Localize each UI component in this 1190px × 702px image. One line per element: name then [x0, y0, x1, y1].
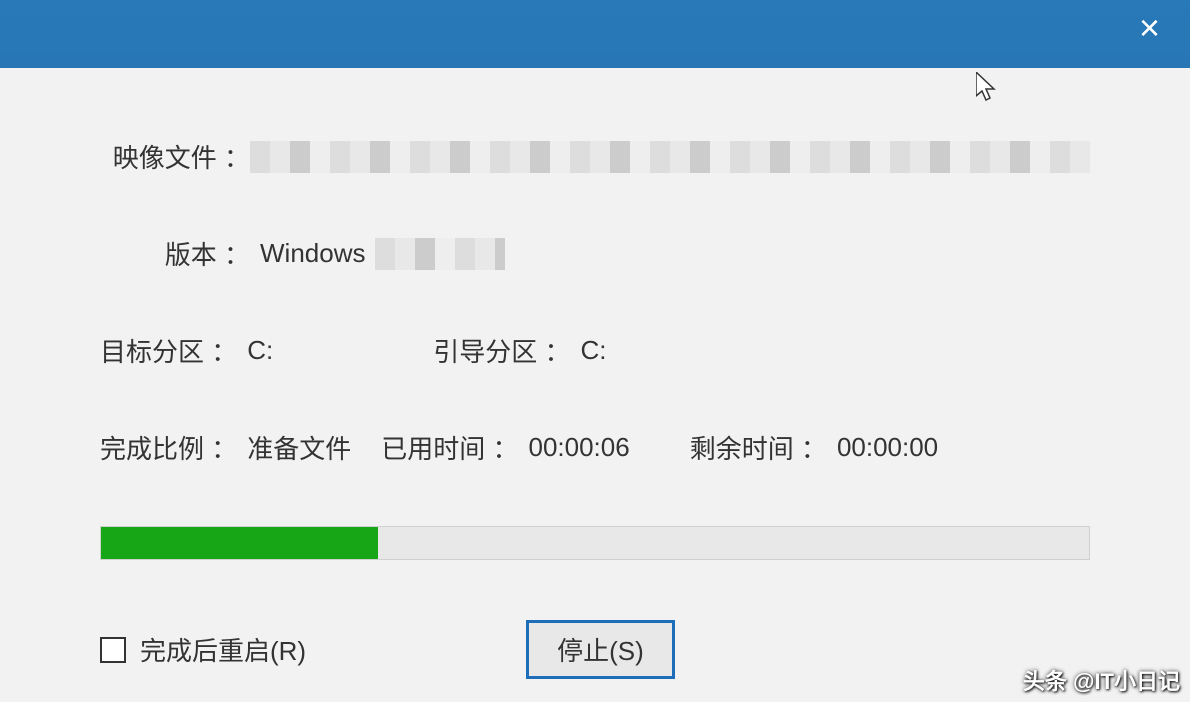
- version-value: Windows: [260, 238, 365, 269]
- title-bar: ×: [0, 0, 1190, 68]
- elapsed-group: 已用时间 ： 00:00:06: [381, 429, 629, 466]
- progress-bar: [100, 526, 1090, 560]
- target-partition-value: C:: [247, 335, 273, 366]
- image-file-value-redacted: [250, 141, 1090, 173]
- progress-ratio-group: 完成比例 ： 准备文件: [100, 429, 351, 466]
- bottom-controls: 完成后重启(R) 停止(S): [100, 620, 1090, 679]
- image-file-label: 映像文件 ：: [100, 138, 250, 175]
- progress-label: 完成比例 ：: [100, 429, 237, 466]
- elapsed-value: 00:00:06: [528, 432, 629, 463]
- close-icon[interactable]: ×: [1129, 10, 1170, 46]
- watermark: 头条 @IT小日记: [1023, 664, 1180, 696]
- progress-status: 准备文件: [247, 429, 351, 466]
- boot-partition-group: 引导分区 ： C:: [433, 332, 606, 369]
- remaining-value: 00:00:00: [837, 432, 938, 463]
- version-row: 版本 ： Windows: [100, 235, 1090, 272]
- boot-partition-label: 引导分区 ：: [433, 332, 570, 369]
- restart-checkbox[interactable]: [100, 637, 126, 663]
- remaining-group: 剩余时间 ： 00:00:00: [690, 429, 938, 466]
- progress-info-row: 完成比例 ： 准备文件 已用时间 ： 00:00:06 剩余时间 ： 00:00…: [100, 429, 1090, 466]
- main-content: 映像文件 ： 版本 ： Windows 目标分区 ： C: 引导分区 ： C: …: [0, 68, 1190, 679]
- progress-fill: [101, 527, 378, 559]
- partition-row: 目标分区 ： C: 引导分区 ： C:: [100, 332, 1090, 369]
- target-partition-group: 目标分区 ： C:: [100, 332, 273, 369]
- version-value-redacted: [375, 238, 505, 270]
- image-file-row: 映像文件 ：: [100, 138, 1090, 175]
- restart-checkbox-wrap[interactable]: 完成后重启(R): [100, 631, 306, 668]
- progress-bar-row: [100, 526, 1090, 560]
- restart-checkbox-label: 完成后重启(R): [140, 631, 306, 668]
- stop-button[interactable]: 停止(S): [526, 620, 675, 679]
- version-label: 版本 ：: [160, 235, 250, 272]
- remaining-label: 剩余时间 ：: [690, 429, 827, 466]
- target-partition-label: 目标分区 ：: [100, 332, 237, 369]
- boot-partition-value: C:: [580, 335, 606, 366]
- elapsed-label: 已用时间 ：: [381, 429, 518, 466]
